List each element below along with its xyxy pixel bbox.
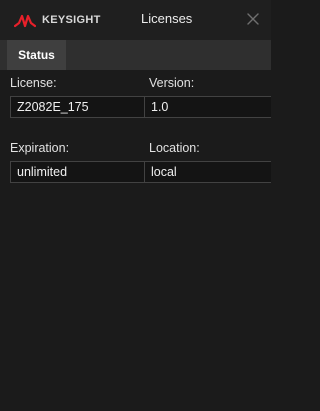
location-value: local (144, 161, 271, 183)
keysight-logo-icon (14, 14, 36, 28)
version-label: Version: (149, 76, 195, 90)
licenses-window: KEYSIGHT Licenses Status License: Versio… (0, 0, 271, 411)
close-icon[interactable] (246, 12, 260, 26)
title-bar: KEYSIGHT Licenses (0, 0, 271, 40)
version-value: 1.0 (144, 96, 271, 118)
brand: KEYSIGHT (14, 11, 101, 29)
location-label: Location: (149, 141, 200, 155)
brand-name: KEYSIGHT (42, 14, 101, 26)
tab-bar: Status (0, 40, 271, 70)
license-value: Z2082E_175 (10, 96, 145, 118)
license-label: License: (10, 76, 57, 90)
tab-status[interactable]: Status (7, 40, 66, 70)
expiration-label: Expiration: (10, 141, 70, 155)
expiration-value: unlimited (10, 161, 145, 183)
window-title: Licenses (141, 11, 193, 26)
